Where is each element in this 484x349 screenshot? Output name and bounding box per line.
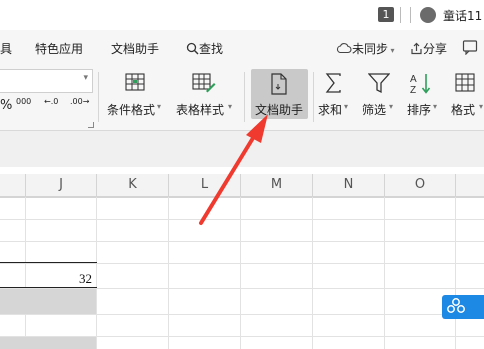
table-style-button[interactable]: 表格样式 ▾ bbox=[176, 71, 238, 117]
shaded-cell-range[interactable] bbox=[0, 289, 96, 314]
menu-item-special-apps[interactable]: 特色应用 bbox=[35, 40, 83, 57]
thousands-label: 000 bbox=[16, 97, 32, 106]
gridline bbox=[0, 241, 484, 242]
sigma-icon bbox=[325, 73, 341, 93]
filter-icon bbox=[368, 73, 390, 94]
filter-label: 筛选 bbox=[362, 103, 387, 117]
cell-border bbox=[0, 262, 97, 263]
chevron-down-icon: ▾ bbox=[228, 102, 233, 111]
document-icon bbox=[271, 73, 287, 95]
column-header-m[interactable]: M bbox=[241, 174, 313, 197]
conditional-format-icon bbox=[125, 73, 145, 91]
column-header-l[interactable]: L bbox=[169, 174, 241, 197]
thousands-button[interactable]: 000 bbox=[16, 97, 31, 106]
sort-label: 排序 bbox=[407, 103, 432, 117]
doc-assistant-label: 文档助手 bbox=[255, 103, 304, 117]
sum-button[interactable]: 求和 ▾ bbox=[318, 71, 354, 117]
cloud-icon bbox=[336, 43, 352, 54]
doc-assistant-button[interactable]: 文档助手 bbox=[251, 69, 308, 119]
cell-j-value[interactable]: 32 bbox=[26, 271, 92, 287]
share-button[interactable]: 分享 bbox=[410, 40, 447, 57]
column-header-k[interactable]: K bbox=[97, 174, 169, 197]
conditional-format-label: 条件格式 bbox=[107, 103, 156, 117]
sort-icon: A Z bbox=[410, 74, 431, 95]
sync-label: 未同步 bbox=[352, 42, 389, 56]
increase-decimal-label: ←.0 bbox=[44, 97, 59, 106]
sum-label: 求和 bbox=[318, 103, 343, 117]
divider bbox=[400, 7, 401, 23]
formula-bar-area bbox=[0, 131, 484, 167]
gridline bbox=[0, 219, 484, 220]
flower-icon bbox=[447, 298, 465, 313]
column-header-prev[interactable] bbox=[0, 174, 26, 197]
divider bbox=[313, 72, 314, 122]
menu-item-find[interactable]: 查找 bbox=[186, 40, 223, 57]
divider bbox=[244, 72, 245, 122]
floating-tool-button[interactable] bbox=[442, 295, 484, 319]
decrease-decimal-label: .00→ bbox=[70, 97, 90, 106]
shaded-cell-range[interactable] bbox=[0, 337, 96, 349]
chevron-down-icon: ▾ bbox=[388, 46, 395, 55]
filter-button[interactable]: 筛选 ▾ bbox=[362, 71, 400, 117]
menu-item-doc-assistant[interactable]: 文档助手 bbox=[111, 40, 159, 57]
menu-item-cut[interactable]: 具 bbox=[0, 40, 12, 57]
chevron-down-icon: ▾ bbox=[479, 102, 484, 111]
find-label: 查找 bbox=[199, 42, 224, 56]
chevron-down-icon: ▾ bbox=[389, 102, 394, 111]
format-button[interactable]: 格式 ▾ bbox=[447, 71, 484, 117]
table-style-label: 表格样式 bbox=[176, 103, 225, 117]
search-icon bbox=[186, 42, 199, 55]
notification-badge[interactable]: 1 bbox=[378, 7, 394, 22]
decrease-decimal-button[interactable]: .00→ bbox=[70, 97, 90, 106]
format-label: 格式 bbox=[451, 103, 476, 117]
format-icon bbox=[455, 73, 475, 92]
svg-text:Z: Z bbox=[410, 85, 416, 95]
column-header-o[interactable]: O bbox=[385, 174, 456, 197]
increase-decimal-button[interactable]: ←.0 bbox=[44, 97, 62, 106]
divider bbox=[98, 72, 99, 122]
table-style-icon bbox=[192, 73, 216, 93]
chevron-down-icon: ▾ bbox=[157, 102, 162, 111]
conditional-format-button[interactable]: 条件格式 ▾ bbox=[107, 71, 167, 117]
chevron-down-icon: ▾ bbox=[83, 73, 88, 83]
gridline bbox=[0, 263, 484, 264]
chevron-down-icon: ▾ bbox=[433, 102, 438, 111]
column-header-j[interactable]: J bbox=[26, 174, 97, 197]
divider bbox=[410, 7, 411, 23]
share-icon bbox=[411, 42, 422, 55]
avatar[interactable] bbox=[420, 7, 436, 23]
column-header-n[interactable]: N bbox=[313, 174, 385, 197]
sort-button[interactable]: A Z 排序 ▾ bbox=[405, 71, 443, 117]
number-format-dropdown[interactable]: ▾ bbox=[0, 69, 93, 93]
title-bar: 1 童话11 bbox=[0, 0, 484, 30]
gridline bbox=[0, 314, 484, 315]
account-name[interactable]: 童话11 bbox=[443, 7, 482, 24]
svg-text:A: A bbox=[410, 74, 417, 85]
column-header-next[interactable] bbox=[456, 174, 484, 197]
comment-icon[interactable] bbox=[462, 39, 478, 58]
share-label: 分享 bbox=[423, 42, 448, 56]
cell-border bbox=[0, 287, 97, 288]
sync-status[interactable]: 未同步 ▾ bbox=[336, 40, 395, 57]
chevron-down-icon: ▾ bbox=[344, 102, 349, 111]
percent-button[interactable]: % bbox=[0, 98, 12, 113]
dialog-launcher-icon[interactable] bbox=[88, 122, 94, 128]
